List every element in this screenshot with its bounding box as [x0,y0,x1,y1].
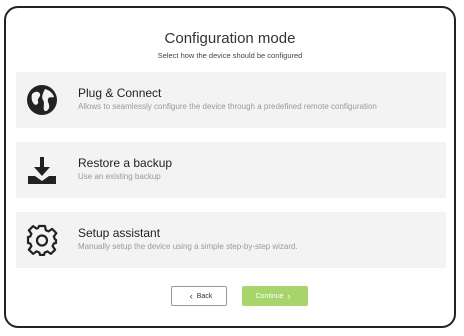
chevron-left-icon: ‹ [189,291,193,301]
chevron-right-icon: › [287,291,291,301]
option-description: Allows to seamlessly configure the devic… [78,102,377,111]
option-setup-assistant[interactable]: Setup assistant Manually setup the devic… [16,212,446,268]
continue-button[interactable]: Continue › [242,286,308,306]
option-label: Setup assistant [78,226,161,240]
continue-button-label: Continue [255,292,284,300]
dialog-header: Configuration mode Select how the device… [6,30,454,60]
option-label: Plug & Connect [78,86,162,100]
option-description: Manually setup the device using a simple… [78,242,298,251]
back-button-label: Back [196,292,213,300]
option-plug-connect[interactable]: Plug & Connect Allows to seamlessly conf… [16,72,446,128]
page-subtitle: Select how the device should be configur… [157,51,303,60]
configuration-dialog: Configuration mode Select how the device… [4,6,456,328]
option-restore-backup[interactable]: Restore a backup Use an existing backup [16,142,446,198]
download-tray-icon [28,157,56,184]
globe-icon [27,85,57,115]
option-description: Use an existing backup [78,172,161,181]
page-title: Configuration mode [164,30,296,47]
gear-icon [26,224,58,256]
back-button[interactable]: ‹ Back [171,286,227,306]
option-label: Restore a backup [78,156,173,170]
